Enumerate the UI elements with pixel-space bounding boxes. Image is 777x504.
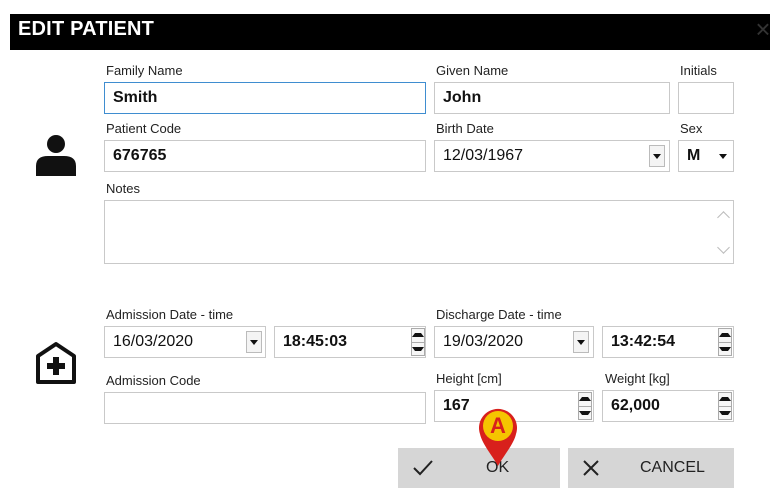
chevron-down-icon	[653, 153, 661, 159]
title-bar: EDIT PATIENT ×	[0, 0, 777, 60]
notes-textarea[interactable]	[104, 200, 734, 264]
patient-code-label: Patient Code	[106, 121, 182, 136]
initials-field[interactable]	[678, 82, 734, 114]
sex-dropdown[interactable]	[713, 141, 733, 171]
decrement-icon[interactable]	[579, 407, 591, 420]
cancel-button[interactable]: CANCEL	[568, 448, 734, 488]
person-icon	[36, 135, 76, 176]
admission-date-field[interactable]: 16/03/2020	[104, 326, 266, 358]
chevron-down-icon	[719, 153, 727, 159]
given-name-field[interactable]: John	[434, 82, 670, 114]
weight-stepper[interactable]	[718, 392, 732, 420]
chevron-down-icon	[577, 339, 585, 345]
increment-icon[interactable]	[719, 329, 731, 343]
discharge-datetime-label: Discharge Date - time	[436, 307, 562, 322]
admission-code-field[interactable]	[104, 392, 426, 424]
discharge-time-stepper[interactable]	[718, 328, 732, 356]
family-name-field[interactable]: Smith	[104, 82, 426, 114]
initials-label: Initials	[680, 63, 717, 78]
admission-time-stepper[interactable]	[411, 328, 425, 356]
discharge-date-dropdown[interactable]	[571, 327, 591, 357]
admission-datetime-label: Admission Date - time	[106, 307, 234, 322]
sex-label: Sex	[680, 121, 703, 136]
dialog-title: EDIT PATIENT	[18, 18, 155, 40]
notes-scrollbar[interactable]	[715, 201, 733, 263]
scroll-up-icon[interactable]	[717, 211, 730, 224]
patient-code-field[interactable]: 676765	[104, 140, 426, 172]
admission-code-label: Admission Code	[106, 373, 201, 388]
decrement-icon[interactable]	[719, 343, 731, 356]
birth-date-dropdown[interactable]	[647, 141, 667, 171]
increment-icon[interactable]	[412, 329, 424, 343]
increment-icon[interactable]	[579, 393, 591, 407]
given-name-label: Given Name	[436, 63, 509, 78]
weight-field[interactable]: 62,000	[602, 390, 734, 422]
admission-date-dropdown[interactable]	[244, 327, 264, 357]
decrement-icon[interactable]	[719, 407, 731, 420]
height-stepper[interactable]	[578, 392, 592, 420]
increment-icon[interactable]	[719, 393, 731, 407]
scroll-down-icon[interactable]	[717, 241, 730, 254]
admission-time-field[interactable]: 18:45:03	[274, 326, 426, 358]
family-name-label: Family Name	[106, 63, 183, 78]
close-icon	[583, 460, 599, 476]
discharge-date-field[interactable]: 19/03/2020	[434, 326, 594, 358]
notes-label: Notes	[106, 181, 140, 196]
chevron-down-icon	[250, 339, 258, 345]
medical-house-icon	[36, 342, 76, 384]
height-label: Height [cm]	[436, 371, 502, 386]
decrement-icon[interactable]	[412, 343, 424, 356]
birth-date-field[interactable]: 12/03/1967	[434, 140, 670, 172]
cancel-label: CANCEL	[640, 459, 705, 476]
discharge-time-field[interactable]: 13:42:54	[602, 326, 734, 358]
annotation-marker-icon: A	[474, 402, 522, 468]
marker-letter: A	[490, 413, 506, 438]
weight-label: Weight [kg]	[605, 371, 670, 386]
check-icon	[413, 460, 433, 476]
birth-date-label: Birth Date	[436, 121, 494, 136]
close-icon[interactable]: ×	[752, 16, 774, 44]
